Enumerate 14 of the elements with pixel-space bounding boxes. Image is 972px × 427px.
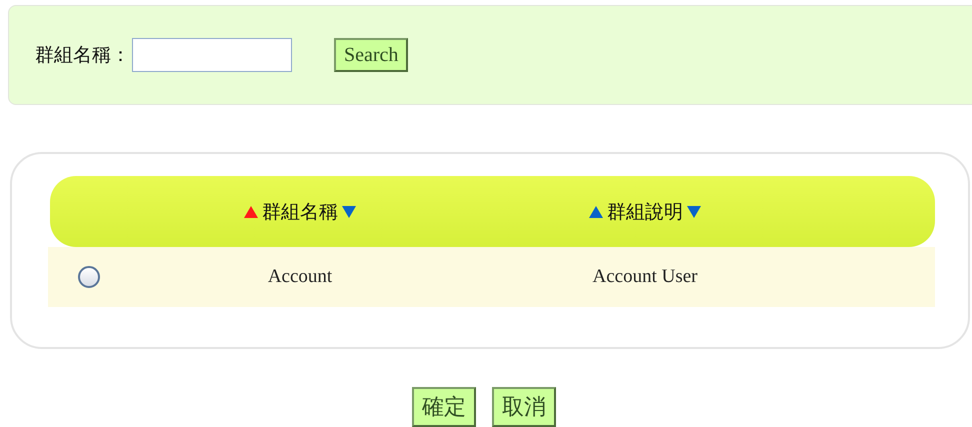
table-cell: Account User (592, 266, 698, 288)
sort-down-icon[interactable] (687, 206, 701, 218)
search-button[interactable]: Search (334, 38, 408, 72)
column-header[interactable]: 群組說明 (607, 198, 683, 224)
radio-button[interactable] (78, 266, 100, 288)
confirm-button[interactable]: 確定 (412, 387, 476, 427)
search-label: 群組名稱： (35, 43, 130, 68)
cancel-button[interactable]: 取消 (492, 387, 556, 427)
search-field[interactable] (132, 38, 292, 72)
sort-down-icon[interactable] (342, 206, 356, 218)
column-header[interactable]: 群組名稱 (262, 198, 338, 224)
table-cell: Account (268, 266, 332, 288)
sort-up-icon[interactable] (589, 206, 603, 218)
sort-up-icon[interactable] (244, 206, 258, 218)
